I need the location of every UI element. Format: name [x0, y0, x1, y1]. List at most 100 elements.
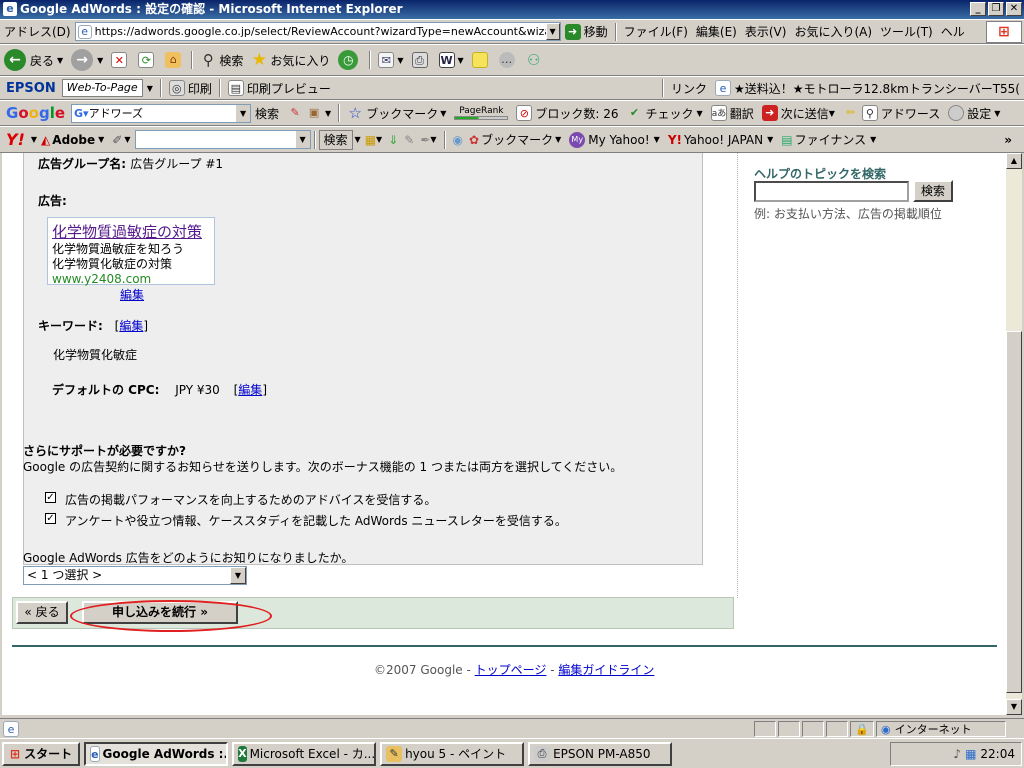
- epson-preview-button[interactable]: ▤ 印刷プレビュー: [224, 77, 335, 99]
- note-button[interactable]: [468, 45, 495, 75]
- task-excel[interactable]: X Microsoft Excel - カ...: [232, 741, 377, 766]
- sidebar-divider: [737, 153, 738, 598]
- forward-button[interactable]: → ▼: [67, 45, 107, 75]
- internet-zone-icon: ◉: [881, 722, 891, 736]
- discuss-button[interactable]: …: [495, 45, 522, 75]
- globe-icon: ◉: [452, 132, 464, 147]
- advice-checkbox[interactable]: ✓: [45, 492, 56, 503]
- mail-button[interactable]: ✉ ▼: [374, 45, 407, 75]
- web-to-page-dropdown-icon[interactable]: ▼: [147, 84, 153, 93]
- finance-button[interactable]: ▤ ファイナンス ▼: [777, 127, 880, 152]
- ie-task-icon: e: [90, 745, 100, 762]
- network-icon[interactable]: ▦: [965, 747, 976, 761]
- menu-edit[interactable]: 編集(E): [692, 20, 741, 43]
- back-dropdown-icon[interactable]: ▼: [57, 56, 63, 65]
- newsletter-checkbox[interactable]: ✓: [45, 513, 56, 524]
- address-input[interactable]: e https://adwords.google.co.jp/select/Re…: [74, 22, 561, 41]
- keyword-label: キーワード:: [38, 319, 103, 333]
- clipboard-icon: ▦: [364, 132, 377, 147]
- myyahoo-button[interactable]: My My Yahoo! ▼: [565, 127, 664, 152]
- continue-button[interactable]: 申し込みを続行 »: [82, 601, 238, 624]
- web-to-page-button[interactable]: Web-To-Page: [61, 79, 143, 97]
- spellcheck-button[interactable]: ✔ チェック ▼: [623, 101, 707, 125]
- menu-help[interactable]: ヘル: [937, 20, 969, 43]
- print-button[interactable]: ⎙: [408, 45, 435, 75]
- back-button[interactable]: ← 戻る ▼: [0, 45, 67, 75]
- bookmark-button[interactable]: ☆ ブックマーク ▼: [343, 101, 450, 125]
- footer-guidelines-link[interactable]: 編集ガイドライン: [558, 663, 654, 677]
- window-title: Google AdWords : 設定の確認 - Microsoft Inter…: [20, 2, 403, 16]
- edit-dropdown-icon[interactable]: ▼: [458, 56, 464, 65]
- task-paint[interactable]: ✎ hyou 5 - ペイント: [380, 741, 525, 766]
- scroll-thumb[interactable]: [1006, 331, 1022, 693]
- epson-print-button[interactable]: ◎ 印刷: [165, 77, 216, 99]
- menu-file[interactable]: ファイル(F): [620, 20, 692, 43]
- minimize-button[interactable]: _: [970, 2, 986, 16]
- footer-top-link[interactable]: トップページ: [475, 663, 547, 677]
- start-button[interactable]: ⊞ スタート: [2, 741, 81, 766]
- close-button[interactable]: ✕: [1006, 2, 1022, 16]
- google-search-button[interactable]: 検索: [251, 101, 283, 125]
- task-ie[interactable]: e Google AdWords :...: [84, 741, 229, 766]
- maximize-button[interactable]: ❐: [988, 2, 1004, 16]
- ad-display-url: www.y2408.com: [52, 272, 152, 286]
- mail-dropdown-icon[interactable]: ▼: [397, 56, 403, 65]
- messenger-button[interactable]: ⚇: [522, 45, 549, 75]
- yahoo-search-button[interactable]: 検索: [318, 129, 353, 150]
- yahoo-search-input[interactable]: ▼: [134, 130, 311, 149]
- yahoo-search-dropdown-icon[interactable]: ▼: [295, 131, 310, 148]
- yahoo-logo[interactable]: Y!: [0, 130, 31, 149]
- google-search-input[interactable]: G▾アドワーズ ▼: [71, 103, 252, 123]
- yahoo-bookmark-button[interactable]: ◉ ✿ ブックマーク ▼: [449, 127, 566, 152]
- keyword-edit-link[interactable]: 編集: [119, 319, 143, 333]
- pagerank-bar: [454, 116, 509, 120]
- yahoo-pen-button[interactable]: ✐ ▼: [108, 127, 134, 152]
- translate-button[interactable]: aあ 翻訳: [707, 101, 758, 125]
- pagerank-indicator[interactable]: PageRank: [450, 101, 512, 125]
- settings-button[interactable]: 設定 ▼: [944, 101, 1004, 125]
- cpc-edit-link[interactable]: 編集: [238, 383, 262, 397]
- forward-dropdown-icon[interactable]: ▼: [97, 56, 103, 65]
- menu-favorites[interactable]: お気に入り(A): [790, 20, 876, 43]
- task-epson[interactable]: ⎙ EPSON PM-A850: [528, 741, 673, 766]
- help-search-button[interactable]: 検索: [913, 180, 953, 202]
- clock[interactable]: 22:04: [980, 747, 1015, 761]
- edit-button[interactable]: W ▼: [435, 45, 468, 75]
- referral-select[interactable]: < 1 つ選択 > ▼: [23, 566, 247, 585]
- volume-icon[interactable]: ♪: [953, 747, 961, 761]
- sendto-button[interactable]: ➜ 次に送信 ▼: [758, 101, 839, 125]
- link-item[interactable]: e ★送料込！★モトローラ12.8kmトランシーバーT55(: [711, 77, 1024, 99]
- google-extra-buttons[interactable]: ✎ ▣ ▼: [283, 101, 335, 125]
- search-button[interactable]: ⚲ 検索: [196, 45, 247, 75]
- history-icon: ◷: [338, 50, 359, 70]
- pencil-icon: ✏: [846, 106, 856, 119]
- yahoojapan-button[interactable]: Y! Yahoo! JAPAN ▼: [664, 127, 777, 152]
- adobe-button[interactable]: ◭ Adobe ▼: [37, 127, 108, 152]
- yahoo-tool-buttons[interactable]: ▦ ▼ ⇓ ✎ ✒ ▼: [361, 127, 441, 152]
- vertical-scrollbar[interactable]: ▲ ▼: [1006, 153, 1022, 715]
- help-search-input[interactable]: [754, 181, 909, 202]
- google-search-dropdown-icon[interactable]: ▼: [236, 104, 251, 122]
- adwords-button[interactable]: ✏ ⚲ アドワース: [839, 101, 944, 125]
- favorites-button[interactable]: ★ お気に入り: [247, 45, 334, 75]
- scroll-down-icon[interactable]: ▼: [1006, 699, 1022, 715]
- ad-title[interactable]: 化学物質過敏症の対策: [52, 221, 210, 242]
- refresh-button[interactable]: ⟳: [134, 45, 161, 75]
- referral-question: Google AdWords 広告をどのようにお知りになりましたか。: [23, 551, 354, 565]
- adgroup-name-value: 広告グループ #1: [130, 157, 224, 171]
- go-button[interactable]: ➜ 移動: [561, 20, 612, 43]
- stop-button[interactable]: ✕: [107, 45, 134, 75]
- menu-view[interactable]: 表示(V): [741, 20, 791, 43]
- google-logo: Google: [6, 104, 66, 122]
- toolbar-overflow-icon[interactable]: »: [1004, 133, 1012, 147]
- print-icon: ◎: [168, 80, 185, 96]
- address-dropdown-icon[interactable]: ▼: [545, 23, 560, 40]
- star-icon: ★: [251, 50, 267, 70]
- history-button[interactable]: ◷: [334, 45, 366, 75]
- back-button[interactable]: « 戻る: [16, 601, 68, 624]
- home-button[interactable]: ⌂: [161, 45, 188, 75]
- menu-tools[interactable]: ツール(T): [876, 20, 937, 43]
- popup-blocker-button[interactable]: ⊘ ブロック数: 26: [512, 101, 622, 125]
- scroll-up-icon[interactable]: ▲: [1006, 153, 1022, 169]
- ad-edit-link[interactable]: 編集: [120, 286, 144, 303]
